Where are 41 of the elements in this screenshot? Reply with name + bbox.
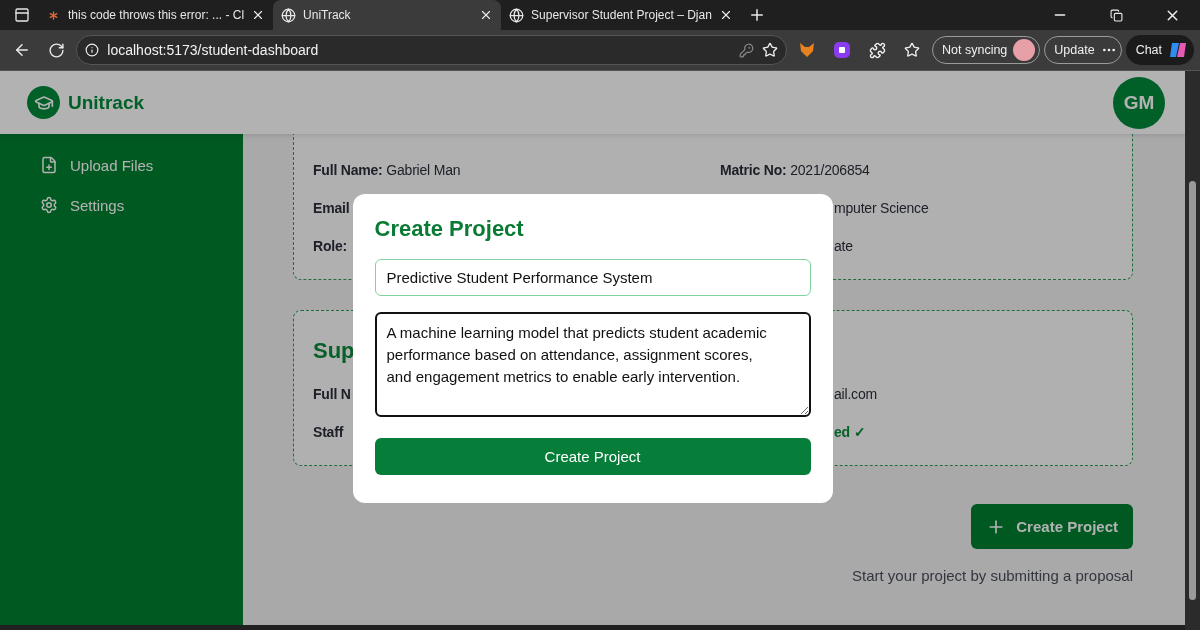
info-icon[interactable] — [85, 43, 100, 57]
user-avatar[interactable]: GM — [1113, 76, 1165, 129]
browser-tab[interactable]: this code throws this error: ... - Cl — [38, 0, 274, 30]
brand-name: Unitrack — [68, 91, 145, 114]
supervisor-field: ed ✓ — [720, 424, 1110, 440]
star-icon[interactable] — [762, 42, 779, 58]
globe-icon — [509, 7, 525, 23]
title-field[interactable]: Predictive Student Performance System — [374, 258, 811, 296]
chat-button[interactable]: Chat — [1125, 35, 1195, 65]
supervisor-field: Staff — [313, 424, 720, 440]
browser-tab[interactable]: UniTrack — [273, 0, 502, 30]
favorites-icon[interactable] — [904, 42, 921, 58]
file-plus-icon — [40, 156, 58, 174]
square-icon[interactable] — [833, 41, 852, 59]
profile-field: Matric No: 2021/206854 — [720, 162, 1110, 178]
hint-text: Start your project by submitting a proposal — [852, 567, 1133, 584]
reload-icon[interactable] — [48, 41, 66, 59]
browser-tab[interactable]: Supervisor Student Project – Djan — [501, 0, 741, 30]
profile-field: Email — [313, 200, 720, 216]
dialog-title: Create Project — [374, 215, 525, 242]
sidebar-item[interactable]: Upload Files — [40, 156, 243, 174]
tab-actions-icon[interactable] — [14, 7, 30, 23]
graduation-cap-icon — [27, 86, 60, 119]
profile-field: ate — [720, 238, 1110, 254]
globe-icon — [281, 7, 297, 23]
fox-icon[interactable] — [797, 41, 816, 59]
settings-icon — [40, 196, 58, 214]
sidebar-item[interactable]: Settings — [40, 196, 243, 214]
address-bar[interactable]: localhost:5173/student-dashboard — [76, 35, 788, 65]
description-field[interactable]: A machine learning model that predicts student academic performance based on attendance, assignment scores, and engagement metrics to enable early intervention. — [374, 311, 811, 417]
create-project-button[interactable]: Create Project — [971, 504, 1133, 549]
key-icon[interactable] — [739, 42, 755, 58]
copilot-icon — [1168, 40, 1189, 60]
profile-field: Full Name: Gabriel Man — [313, 162, 720, 178]
puzzle-icon[interactable] — [868, 41, 886, 59]
restore-icon[interactable] — [1109, 8, 1123, 22]
scrollbar-thumb[interactable] — [1189, 181, 1196, 600]
profile-field: mputer Science — [720, 200, 1110, 216]
submit-button[interactable]: Create Project — [374, 437, 811, 475]
profile-avatar-icon — [1013, 39, 1036, 61]
card-heading: Sup — [313, 337, 355, 365]
